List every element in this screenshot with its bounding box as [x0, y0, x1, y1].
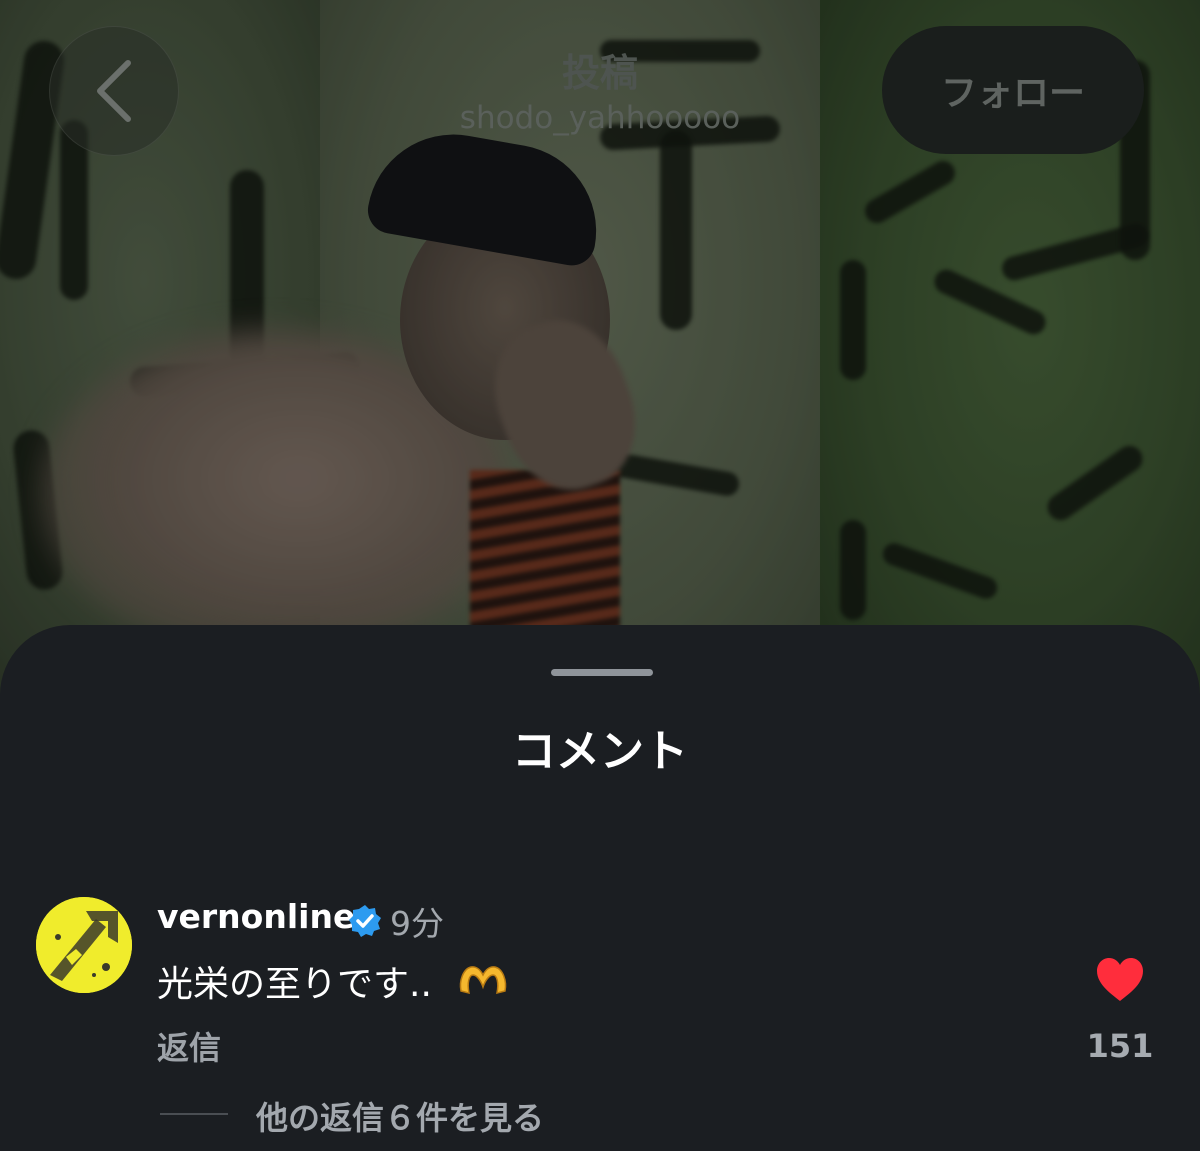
follow-button[interactable]: フォロー: [882, 26, 1144, 154]
sheet-title: コメント: [512, 726, 688, 777]
comment-text: 光栄の至りです..: [157, 964, 432, 1005]
comment-timestamp: 9分: [390, 904, 444, 943]
comments-sheet: コメント vernonline 9分 光栄の至りです.. 返信 151 他の返信…: [0, 625, 1200, 1151]
avatar[interactable]: [36, 897, 132, 993]
comment-username[interactable]: vernonline: [157, 897, 355, 936]
heart-hands-emoji: [459, 966, 507, 995]
verified-badge-icon: [349, 905, 381, 937]
avatar-graphic: [36, 897, 132, 993]
reply-button[interactable]: 返信: [157, 1023, 221, 1069]
view-more-replies-button[interactable]: 他の返信６件を見る: [256, 1093, 544, 1139]
replies-divider-line: [160, 1113, 228, 1115]
like-count: 151: [1086, 1027, 1154, 1065]
sheet-drag-handle[interactable]: [551, 669, 653, 676]
heart-icon[interactable]: [1095, 957, 1145, 1003]
